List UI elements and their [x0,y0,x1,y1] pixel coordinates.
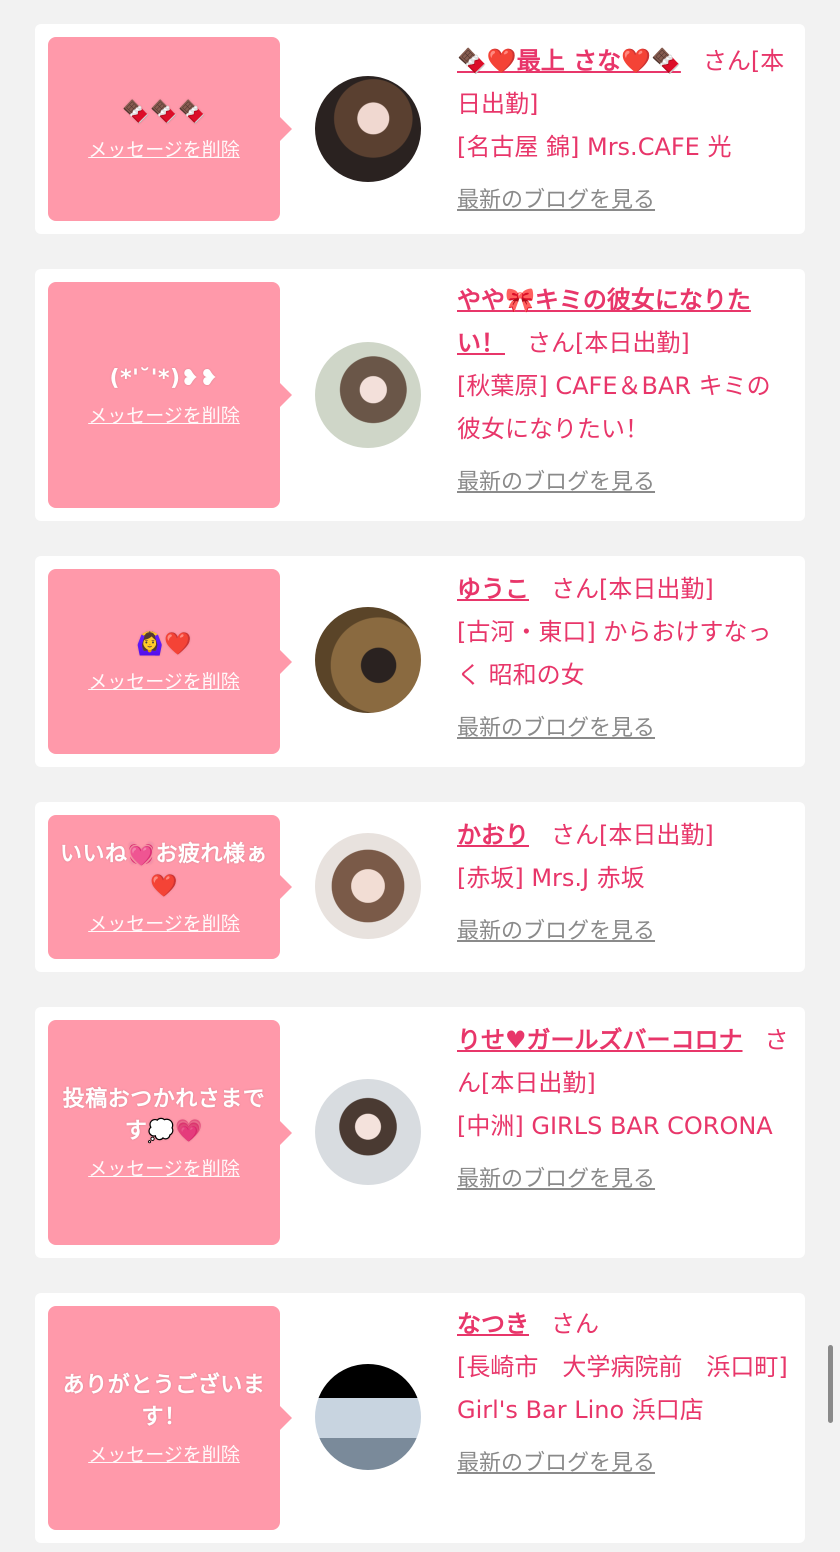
shop-label: [長崎市 大学病院前 浜口町] Girl's Bar Lino 浜口店 [457,1353,788,1424]
cast-name-link[interactable]: りせ♥ガールズバーコロナ [457,1026,743,1054]
avatar[interactable] [315,833,421,939]
shop-label: [名古屋 錦] Mrs.CAFE 光 [457,133,732,161]
message-card: 投稿おつかれさまです💭💗 メッセージを削除 りせ♥ガールズバーコロナ さん[本日出… [35,1007,805,1258]
message-bubble: (*'˘'*)❥❥ メッセージを削除 [48,282,292,508]
delete-message-link[interactable]: メッセージを削除 [88,1440,240,1467]
shop-label: [秋葉原] CAFE＆BAR キミの彼女になりたい！ [457,372,771,443]
shop-label: [古河・東口] からおけすなっく 昭和の女 [457,618,772,689]
honorific: さん [702,47,751,75]
cast-info: やや🎀キミの彼女になりたい！ さん[本日出勤] [秋葉原] CAFE＆BAR キミ… [457,279,789,504]
message-bubble: いいね💓お疲れ様ぁ❤️ メッセージを削除 [48,815,292,959]
message-bubble: 🙆‍♀️❤️ メッセージを削除 [48,569,292,754]
honorific: さん [551,575,599,603]
delete-message-link[interactable]: メッセージを削除 [88,909,240,936]
delete-message-link[interactable]: メッセージを削除 [88,135,240,162]
avatar[interactable] [315,342,421,448]
message-text: 🙆‍♀️❤️ [136,632,192,657]
message-bubble: 投稿おつかれさまです💭💗 メッセージを削除 [48,1020,292,1245]
latest-blog-link[interactable]: 最新のブログを見る [457,910,655,953]
cast-info: りせ♥ガールズバーコロナ さん[本日出勤] [中洲] GIRLS BAR CORO… [457,1019,789,1201]
latest-blog-link[interactable]: 最新のブログを見る [457,1442,655,1485]
message-text: 🍫🍫🍫 [122,99,206,125]
message-card: 🍫🍫🍫 メッセージを削除 🍫❤️最上 さな❤️🍫 さん[本日出勤] [名古屋 錦]… [35,24,805,234]
honorific: さん [551,1310,599,1338]
status-label: [本日出勤] [599,575,714,603]
message-text: ありがとうございます！ [62,1372,266,1430]
status-label: [本日出勤] [599,821,714,849]
scrollbar[interactable] [828,1345,833,1423]
message-card: (*'˘'*)❥❥ メッセージを削除 やや🎀キミの彼女になりたい！ さん[本日出勤… [35,269,805,521]
cast-info: 🍫❤️最上 さな❤️🍫 さん[本日出勤] [名古屋 錦] Mrs.CAFE 光 最… [457,40,789,222]
cast-name-link[interactable]: 🍫❤️最上 さな❤️🍫 [457,47,681,75]
cast-name-link[interactable]: なつき [457,1310,529,1338]
message-card: いいね💓お疲れ様ぁ❤️ メッセージを削除 かおり さん[本日出勤] [赤坂] Mr… [35,802,805,972]
avatar[interactable] [315,607,421,713]
latest-blog-link[interactable]: 最新のブログを見る [457,1158,655,1201]
honorific: さん [551,821,599,849]
cast-name-link[interactable]: かおり [457,821,529,849]
message-card: 🙆‍♀️❤️ メッセージを削除 ゆうこ さん[本日出勤] [古河・東口] からおけ… [35,556,805,767]
message-bubble: ありがとうございます！ メッセージを削除 [48,1306,292,1530]
delete-message-link[interactable]: メッセージを削除 [88,1154,240,1181]
message-text: いいね💓お疲れ様ぁ❤️ [60,841,268,899]
delete-message-link[interactable]: メッセージを削除 [88,401,240,428]
honorific: さん [527,329,575,357]
cast-name-link[interactable]: ゆうこ [457,575,529,603]
message-bubble: 🍫🍫🍫 メッセージを削除 [48,37,292,221]
latest-blog-link[interactable]: 最新のブログを見る [457,179,655,222]
delete-message-link[interactable]: メッセージを削除 [88,667,240,694]
shop-label: [中洲] GIRLS BAR CORONA [457,1112,773,1140]
cast-info: ゆうこ さん[本日出勤] [古河・東口] からおけすなっく 昭和の女 最新のブログ… [457,568,789,750]
cast-info: かおり さん[本日出勤] [赤坂] Mrs.J 赤坂 最新のブログを見る [457,814,789,953]
latest-blog-link[interactable]: 最新のブログを見る [457,707,655,750]
latest-blog-link[interactable]: 最新のブログを見る [457,461,655,504]
shop-label: [赤坂] Mrs.J 赤坂 [457,864,645,892]
cast-info: なつき さん [長崎市 大学病院前 浜口町] Girl's Bar Lino 浜口… [457,1303,789,1485]
avatar[interactable] [315,1364,421,1470]
avatar[interactable] [315,76,421,182]
status-label: [本日出勤] [481,1069,596,1097]
status-label: [本日出勤] [575,329,690,357]
message-card: ありがとうございます！ メッセージを削除 なつき さん [長崎市 大学病院前 浜口… [35,1293,805,1543]
message-text: 投稿おつかれさまです💭💗 [62,1087,266,1144]
message-text: (*'˘'*)❥❥ [109,365,219,391]
avatar[interactable] [315,1079,421,1185]
